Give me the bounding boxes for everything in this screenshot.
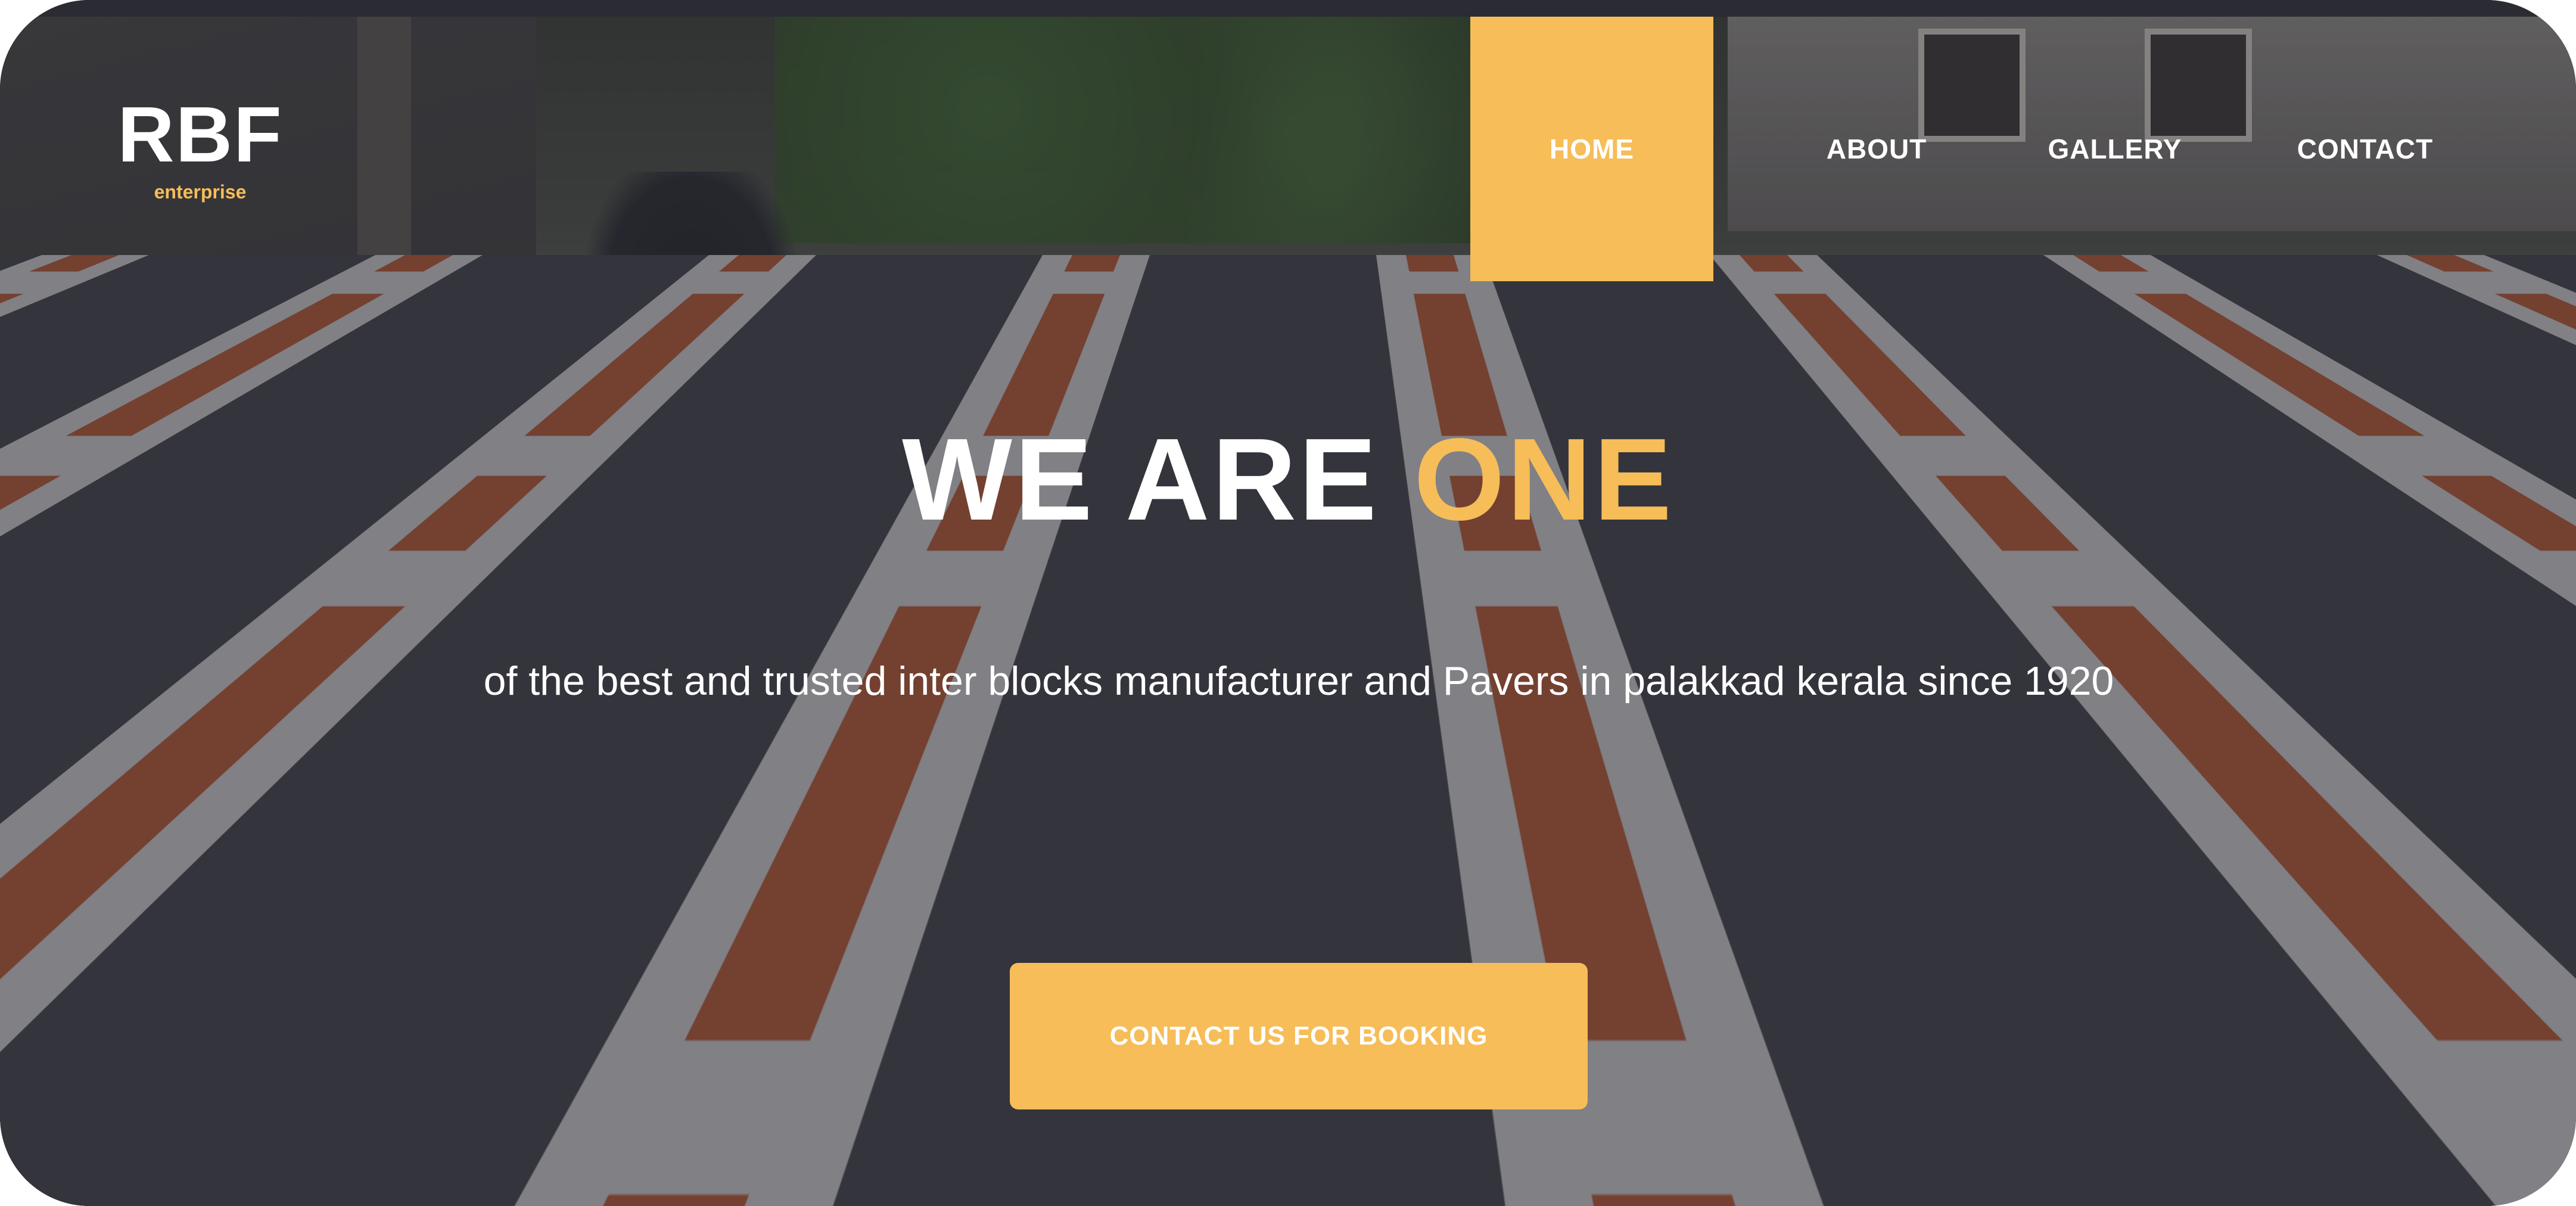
hero-title: WE ARE ONE xyxy=(0,411,2576,548)
nav-item-home[interactable]: HOME xyxy=(1470,17,1713,281)
hero-subtitle: of the best and trusted inter blocks man… xyxy=(483,658,2114,704)
nav-item-about[interactable]: ABOUT xyxy=(1775,17,1978,281)
hero-title-main: WE ARE xyxy=(902,414,1414,545)
contact-booking-button[interactable]: CONTACT US FOR BOOKING xyxy=(1010,963,1588,1109)
nav-item-contact[interactable]: CONTACT xyxy=(2258,17,2472,281)
hero-title-accent: ONE xyxy=(1414,414,1674,545)
nav-item-gallery[interactable]: GALLERY xyxy=(2008,17,2222,281)
main-nav: HOME ABOUT GALLERY CONTACT xyxy=(0,17,2576,281)
page-frame: RBF enterprise HOME ABOUT GALLERY CONTAC… xyxy=(0,0,2576,1206)
